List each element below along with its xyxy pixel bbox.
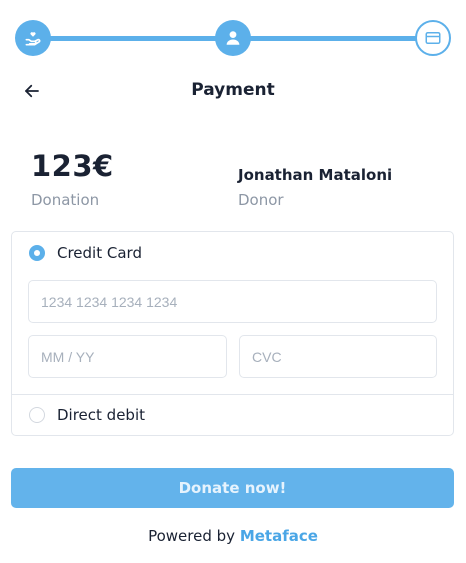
powered-by-footer: Powered by Metaface bbox=[0, 527, 466, 545]
direct-debit-label: Direct debit bbox=[57, 406, 146, 424]
credit-card-option[interactable]: Credit Card bbox=[12, 233, 453, 273]
direct-debit-radio[interactable] bbox=[29, 407, 45, 423]
direct-debit-option[interactable]: Direct debit bbox=[12, 395, 453, 435]
page-title: Payment bbox=[191, 80, 275, 100]
donation-summary: 123€ Donation Jonathan Mataloni Donor bbox=[0, 145, 466, 215]
powered-by-text: Powered by bbox=[148, 527, 236, 545]
card-number-input[interactable] bbox=[28, 280, 437, 323]
donate-button[interactable]: Donate now! bbox=[11, 468, 454, 508]
page-header: Payment bbox=[0, 76, 466, 106]
credit-card-radio[interactable] bbox=[29, 245, 45, 261]
donor-label: Donor bbox=[238, 191, 284, 209]
user-icon bbox=[226, 31, 240, 45]
step-payment[interactable] bbox=[415, 20, 451, 56]
progress-stepper bbox=[15, 20, 451, 56]
step-donor[interactable] bbox=[215, 20, 251, 56]
donate-hand-heart-icon bbox=[25, 32, 41, 46]
credit-card-icon bbox=[425, 32, 441, 44]
expiry-input[interactable] bbox=[28, 335, 227, 378]
brand-link[interactable]: Metaface bbox=[240, 527, 318, 545]
donation-amount: 123€ bbox=[31, 149, 114, 183]
credit-card-label: Credit Card bbox=[57, 244, 142, 262]
donation-amount-label: Donation bbox=[31, 191, 100, 209]
payment-method-card: Credit Card Direct debit bbox=[11, 231, 454, 436]
cvc-input[interactable] bbox=[239, 335, 437, 378]
donor-name: Jonathan Mataloni bbox=[238, 166, 393, 184]
step-donation[interactable] bbox=[15, 20, 51, 56]
